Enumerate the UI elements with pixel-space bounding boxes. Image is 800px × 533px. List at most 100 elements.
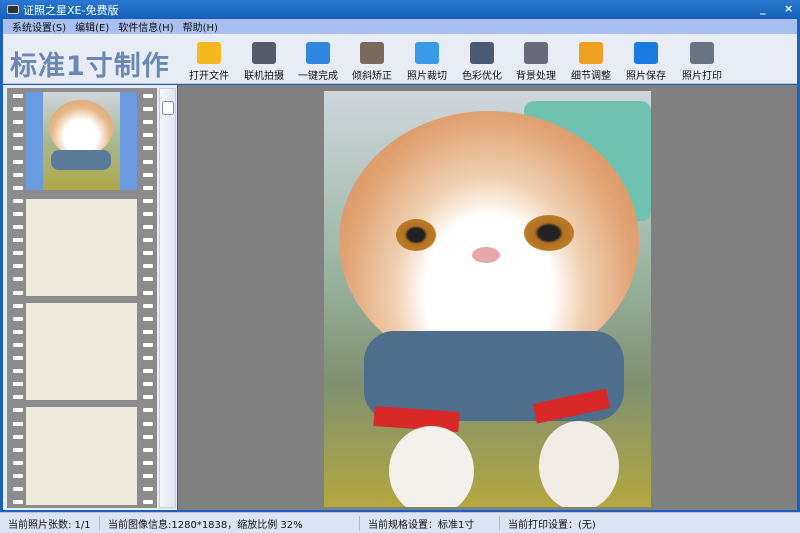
film-sprocket-hole — [13, 264, 23, 269]
film-sprocket-hole — [143, 303, 153, 308]
film-sprocket-hole — [13, 107, 23, 112]
toolbar-button-label: 色彩优化 — [462, 71, 502, 82]
film-sprocket-hole — [143, 329, 153, 334]
film-sprocket-hole — [13, 277, 23, 282]
film-sprocket-hole — [143, 146, 153, 151]
film-sprocket-hole — [13, 146, 23, 151]
toolbar-button-tilt-correct[interactable]: 倾斜矫正 — [344, 42, 400, 82]
menu-bar: 系统设置(S) 编辑(E) 软件信息(H) 帮助(H) — [3, 19, 797, 34]
film-sprocket-hole — [13, 225, 23, 229]
film-sprocket-hole — [143, 342, 153, 347]
status-photo-count: 当前照片张数: 1/1 — [0, 515, 100, 531]
thumbnail-frame-empty[interactable] — [26, 303, 137, 400]
film-sprocket-hole — [143, 487, 153, 491]
film-sprocket-hole — [143, 94, 153, 98]
film-sprocket-hole — [143, 421, 153, 426]
film-sprocket-hole — [13, 238, 23, 243]
thumbnail-scrollbar[interactable] — [159, 88, 176, 508]
film-sprocket-hole — [13, 369, 23, 374]
film-sprocket-hole — [143, 185, 153, 190]
film-sprocket-hole — [13, 198, 23, 203]
film-sprocket-hole — [143, 447, 153, 452]
toolbar-button-background[interactable]: 背景处理 — [508, 42, 564, 82]
toolbar-button-detail-adjust[interactable]: 细节调整 — [563, 42, 619, 82]
film-sprocket-hole — [13, 159, 23, 164]
film-sprocket-hole — [13, 408, 23, 413]
film-sprocket-hole — [13, 172, 23, 177]
window-title: 证照之星XE-免费版 — [23, 3, 119, 17]
film-sprocket-hole — [143, 264, 153, 269]
film-sprocket-hole — [13, 94, 23, 98]
film-sprocket-hole — [13, 447, 23, 452]
folder-icon — [197, 42, 221, 64]
film-sprocket-hole — [143, 408, 153, 413]
film-sprocket-hole — [143, 500, 153, 505]
background-icon — [524, 42, 548, 64]
color-optimize-icon — [470, 42, 494, 64]
minimize-button[interactable]: _ — [760, 2, 766, 15]
thumbnail-frame-selected[interactable] — [26, 92, 137, 190]
one-click-icon — [306, 42, 330, 64]
menu-edit[interactable]: 编辑(E) — [75, 19, 109, 34]
menu-software-info[interactable]: 软件信息(H) — [118, 19, 173, 34]
film-sprocket-hole — [143, 107, 153, 112]
toolbar-button-save[interactable]: 照片保存 — [618, 42, 674, 82]
film-sprocket-hole — [13, 473, 23, 478]
film-sprocket-hole — [143, 225, 153, 229]
film-sprocket-hole — [13, 316, 23, 321]
toolbar-button-color-optimize[interactable]: 色彩优化 — [454, 42, 510, 82]
toolbar-button-label: 背景处理 — [516, 71, 556, 82]
film-sprocket-hole — [143, 316, 153, 321]
film-sprocket-hole — [143, 473, 153, 478]
film-sprocket-hole — [143, 382, 153, 387]
toolbar-button-one-click[interactable]: 一键完成 — [290, 42, 346, 82]
toolbar-button-crop[interactable]: 照片裁切 — [399, 42, 455, 82]
title-bar: 证照之星XE-免费版 _ × — [0, 0, 800, 19]
toolbar-button-label: 细节调整 — [571, 71, 611, 82]
toolbar-button-folder[interactable]: 打开文件 — [181, 42, 237, 82]
crop-icon — [415, 42, 439, 64]
thumbnail-panel — [3, 85, 177, 510]
camera-icon — [252, 42, 276, 64]
film-sprocket-hole — [143, 395, 153, 400]
thumbnail-frame-empty[interactable] — [26, 407, 137, 505]
menu-help[interactable]: 帮助(H) — [183, 19, 218, 34]
cat-photo[interactable] — [324, 91, 651, 507]
film-sprocket-hole — [143, 159, 153, 164]
film-sprocket-hole — [13, 460, 23, 465]
film-sprocket-hole — [13, 382, 23, 387]
film-sprocket-hole — [143, 277, 153, 282]
film-sprocket-hole — [13, 185, 23, 190]
film-sprocket-hole — [13, 133, 23, 138]
film-sprocket-hole — [13, 434, 23, 439]
film-strip — [7, 88, 157, 508]
toolbar-button-label: 联机拍摄 — [244, 71, 284, 82]
save-icon — [634, 42, 658, 64]
printer-icon — [690, 42, 714, 64]
film-sprocket-hole — [143, 251, 153, 256]
film-sprocket-hole — [13, 290, 23, 295]
scrollbar-thumb[interactable] — [162, 101, 174, 115]
film-sprocket-hole — [13, 211, 23, 216]
film-sprocket-hole — [143, 172, 153, 177]
film-sprocket-hole — [143, 369, 153, 374]
film-sprocket-hole — [143, 356, 153, 360]
status-image-info: 当前图像信息:1280*1838，缩放比例 32% — [100, 515, 360, 531]
film-sprocket-hole — [143, 238, 153, 243]
photo-canvas — [178, 85, 797, 510]
film-sprocket-hole — [13, 303, 23, 308]
toolbar-button-label: 打开文件 — [189, 71, 229, 82]
status-print: 当前打印设置：(无) — [508, 519, 596, 531]
film-sprocket-hole — [13, 500, 23, 505]
film-sprocket-hole — [143, 133, 153, 138]
cat-thumbnail — [43, 92, 120, 190]
film-sprocket-hole — [13, 120, 23, 125]
toolbar-button-camera[interactable]: 联机拍摄 — [236, 42, 292, 82]
toolbar-button-label: 倾斜矫正 — [352, 71, 392, 82]
toolbar-button-printer[interactable]: 照片打印 — [674, 42, 730, 82]
thumbnail-frame-empty[interactable] — [26, 199, 137, 296]
menu-system-settings[interactable]: 系统设置(S) — [12, 19, 66, 34]
film-sprocket-hole — [143, 290, 153, 295]
toolbar-button-label: 一键完成 — [298, 71, 338, 82]
close-button[interactable]: × — [784, 2, 793, 15]
